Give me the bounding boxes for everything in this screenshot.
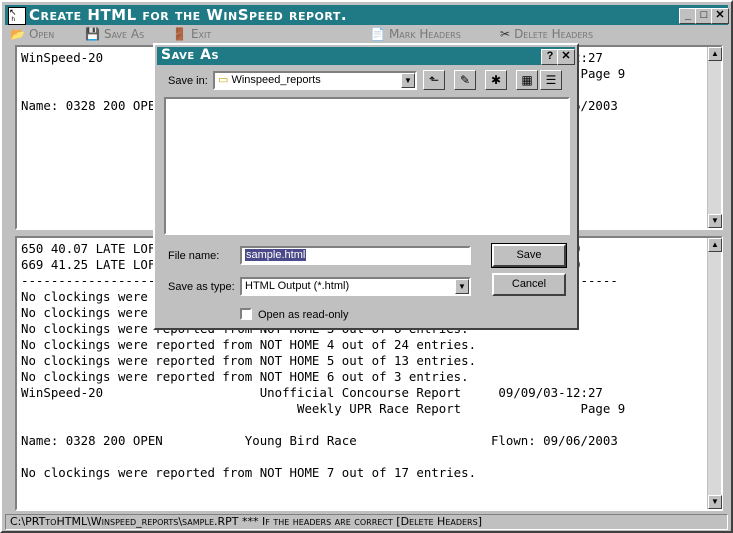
save-as-type-label: Save as type: xyxy=(168,281,235,293)
window-title: Create HTML for the WinSpeed report. xyxy=(29,6,348,24)
toolbar: 📂 Open 💾 Save As 🚪 Exit 📄 Mark Headers ✂ Dele… xyxy=(5,26,728,44)
folder-up-icon: ⬑ xyxy=(428,73,440,87)
open-button[interactable]: 📂 Open xyxy=(10,27,54,41)
exit-button[interactable]: 🚪 Exit xyxy=(172,27,211,41)
document-marker-icon: 📄 xyxy=(370,27,385,41)
delete-headers-button[interactable]: ✂ Delete Headers xyxy=(500,27,593,41)
scroll-up-icon[interactable]: ▲ xyxy=(708,47,722,61)
open-readonly-checkbox[interactable] xyxy=(240,308,252,320)
file-list[interactable] xyxy=(164,97,570,235)
save-in-label: Save in: xyxy=(168,75,208,87)
file-name-input[interactable]: sample.html xyxy=(240,246,471,265)
save-as-dialog: Save As ? ✕ Save in: ▭ Winspeed_reports … xyxy=(153,43,579,330)
dialog-title-bar[interactable]: Save As ? ✕ xyxy=(157,47,575,65)
title-bar[interactable]: ↖ ʰ Create HTML for the WinSpeed report.… xyxy=(5,5,729,25)
list-view-button[interactable]: ▦ xyxy=(516,70,538,90)
status-bar: C:\PRTtoHTML\Winspeed_reports\sample.RPT… xyxy=(5,514,728,530)
save-as-button[interactable]: 💾 Save As xyxy=(85,27,144,41)
scissors-icon: ✂ xyxy=(500,27,511,41)
chevron-down-icon[interactable]: ▼ xyxy=(455,279,469,294)
desktop-icon: ✎ xyxy=(459,73,471,87)
dialog-close-button[interactable]: ✕ xyxy=(557,49,575,65)
top-pane-scrollbar[interactable]: ▲ ▼ xyxy=(707,47,722,228)
bottom-pane-scrollbar[interactable]: ▲ ▼ xyxy=(707,238,722,509)
desktop-button[interactable]: ✎ xyxy=(454,70,476,90)
exit-door-icon: 🚪 xyxy=(172,27,187,41)
cancel-button[interactable]: Cancel xyxy=(492,273,566,296)
open-readonly-label: Open as read-only xyxy=(258,309,349,321)
floppy-disk-icon: 💾 xyxy=(85,27,100,41)
save-in-dropdown[interactable]: ▭ Winspeed_reports ▼ xyxy=(213,71,417,90)
new-folder-button[interactable]: ✱ xyxy=(485,70,507,90)
save-as-type-dropdown[interactable]: HTML Output (*.html) ▼ xyxy=(240,277,471,296)
list-view-icon: ▦ xyxy=(521,73,533,87)
close-button[interactable]: ✕ xyxy=(711,8,729,24)
chevron-down-icon[interactable]: ▼ xyxy=(401,73,415,88)
scroll-up-icon[interactable]: ▲ xyxy=(708,238,722,252)
dialog-title: Save As xyxy=(161,47,220,63)
details-view-button[interactable]: ☰ xyxy=(540,70,562,90)
scroll-down-icon[interactable]: ▼ xyxy=(708,214,722,228)
scroll-down-icon[interactable]: ▼ xyxy=(708,495,722,509)
mark-headers-button[interactable]: 📄 Mark Headers xyxy=(370,27,461,41)
details-view-icon: ☰ xyxy=(545,73,557,87)
file-name-label: File name: xyxy=(168,250,220,262)
save-button[interactable]: Save xyxy=(491,243,567,268)
up-one-level-button[interactable]: ⬑ xyxy=(423,70,445,90)
folder-open-icon: 📂 xyxy=(10,27,25,41)
app-system-icon[interactable]: ↖ ʰ xyxy=(8,7,26,25)
new-folder-icon: ✱ xyxy=(490,73,502,87)
folder-icon: ▭ xyxy=(218,74,229,86)
